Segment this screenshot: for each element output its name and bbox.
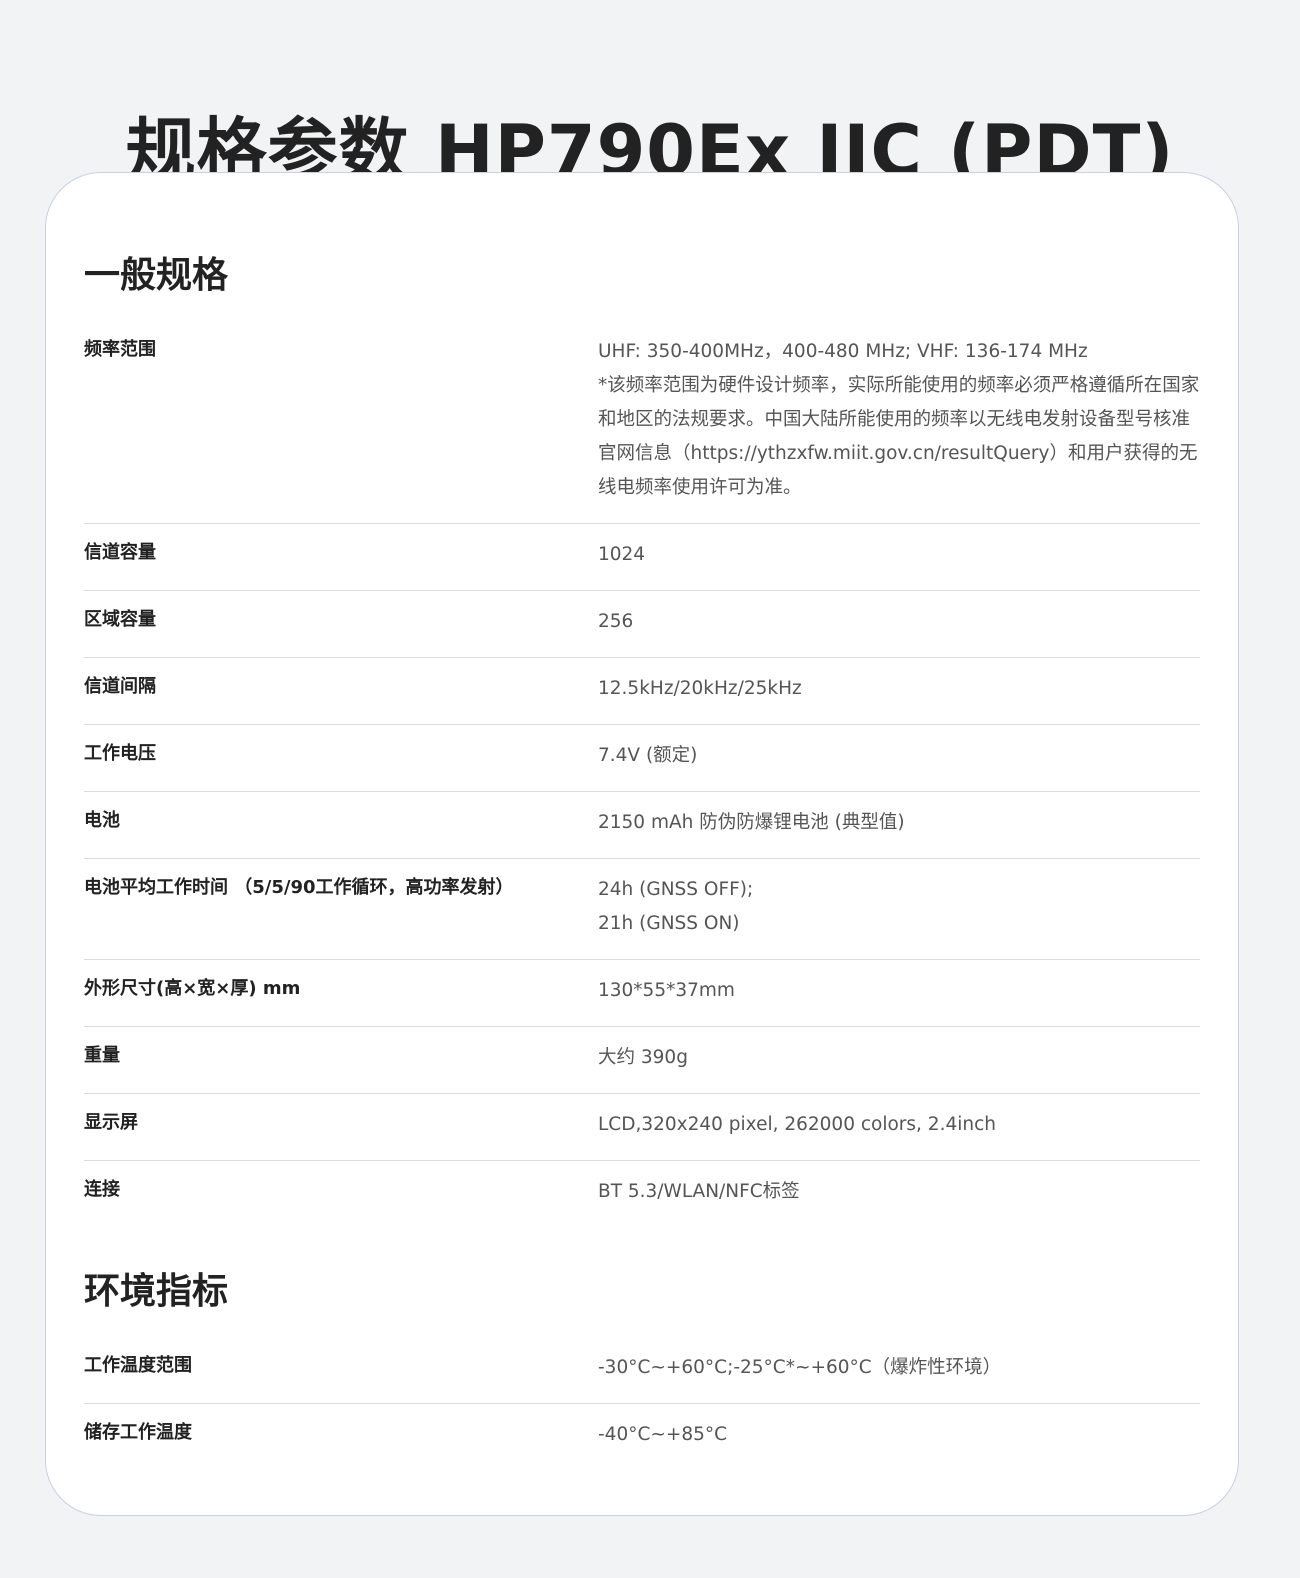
spec-label: 重量 [84,1045,120,1066]
spec-value-line: 24h (GNSS OFF); [598,879,754,900]
spec-value-line: UHF: 350-400MHz，400-480 MHz; VHF: 136-17… [598,341,1088,362]
spec-label: 显示屏 [84,1112,138,1133]
spec-card: 一般规格 频率范围 UHF: 350-400MHz，400-480 MHz; V… [45,172,1239,1516]
spec-value-line: 130*55*37mm [598,980,735,1001]
spec-value: 1024 [598,538,1200,572]
spec-label: 信道容量 [84,542,156,563]
spec-row-display: 显示屏 LCD,320x240 pixel, 262000 colors, 2.… [84,1094,1200,1161]
spec-label: 工作温度范围 [84,1355,192,1376]
section-heading-general: 一般规格 [84,255,229,296]
frequency-note: *该频率范围为硬件设计频率，实际所能使用的频率必须严格遵循所在国家和地区的法规要… [598,375,1200,498]
spec-label: 电池平均工作时间 （5/5/90工作循环，高功率发射） [84,877,514,898]
spec-value-line: BT 5.3/WLAN/NFC标签 [598,1181,800,1202]
spec-label: 工作电压 [84,743,156,764]
spec-row-dimensions: 外形尺寸(高×宽×厚) mm 130*55*37mm [84,960,1200,1027]
spec-label: 电池 [84,810,120,831]
spec-value-line: -40°C~+85°C [598,1424,728,1445]
spec-row-channel-spacing: 信道间隔 12.5kHz/20kHz/25kHz [84,658,1200,725]
section-heading-environment: 环境指标 [84,1271,229,1312]
spec-row-connectivity: 连接 BT 5.3/WLAN/NFC标签 [84,1161,1200,1227]
spec-row-channel-capacity: 信道容量 1024 [84,524,1200,591]
environment-spec-list: 工作温度范围 -30°C~+60°C;-25°C*~+60°C（爆炸性环境） 储… [84,1345,1200,1470]
spec-value-line: 21h (GNSS ON) [598,913,740,934]
spec-value: LCD,320x240 pixel, 262000 colors, 2.4inc… [598,1108,1200,1142]
spec-value: 2150 mAh 防伪防爆锂电池 (典型值) [598,806,1200,840]
spec-row-operating-temperature: 工作温度范围 -30°C~+60°C;-25°C*~+60°C（爆炸性环境） [84,1345,1200,1404]
spec-value: BT 5.3/WLAN/NFC标签 [598,1175,1200,1209]
spec-row-storage-temperature: 储存工作温度 -40°C~+85°C [84,1404,1200,1470]
spec-value-line: 大约 390g [598,1047,688,1068]
spec-value-line: 12.5kHz/20kHz/25kHz [598,678,802,699]
spec-value-line: 256 [598,611,634,632]
spec-row-frequency-range: 频率范围 UHF: 350-400MHz，400-480 MHz; VHF: 1… [84,329,1200,524]
spec-label: 信道间隔 [84,676,156,697]
spec-value: UHF: 350-400MHz，400-480 MHz; VHF: 136-17… [598,335,1200,505]
spec-value-line: -30°C~+60°C;-25°C*~+60°C（爆炸性环境） [598,1357,1002,1378]
spec-value: -30°C~+60°C;-25°C*~+60°C（爆炸性环境） [598,1351,1200,1385]
spec-row-weight: 重量 大约 390g [84,1027,1200,1094]
spec-row-zone-capacity: 区域容量 256 [84,591,1200,658]
spec-label: 连接 [84,1179,120,1200]
spec-row-battery-life: 电池平均工作时间 （5/5/90工作循环，高功率发射） 24h (GNSS OF… [84,859,1200,960]
spec-label: 外形尺寸(高×宽×厚) mm [84,978,301,999]
spec-label: 储存工作温度 [84,1422,192,1443]
spec-label: 频率范围 [84,339,156,360]
spec-value: 大约 390g [598,1041,1200,1075]
spec-value-line: 7.4V (额定) [598,745,698,766]
spec-row-battery: 电池 2150 mAh 防伪防爆锂电池 (典型值) [84,792,1200,859]
general-spec-list: 频率范围 UHF: 350-400MHz，400-480 MHz; VHF: 1… [84,329,1200,1227]
spec-value: 130*55*37mm [598,974,1200,1008]
spec-value-line: 1024 [598,544,646,565]
spec-value: 256 [598,605,1200,639]
spec-value-line: LCD,320x240 pixel, 262000 colors, 2.4inc… [598,1114,996,1135]
spec-value: 12.5kHz/20kHz/25kHz [598,672,1200,706]
spec-content: 一般规格 频率范围 UHF: 350-400MHz，400-480 MHz; V… [84,173,1200,1470]
spec-value: -40°C~+85°C [598,1418,1200,1452]
spec-value: 24h (GNSS OFF); 21h (GNSS ON) [598,873,1200,941]
spec-row-operating-voltage: 工作电压 7.4V (额定) [84,725,1200,792]
spec-label: 区域容量 [84,609,156,630]
spec-value-line: 2150 mAh 防伪防爆锂电池 (典型值) [598,812,905,833]
spec-value: 7.4V (额定) [598,739,1200,773]
